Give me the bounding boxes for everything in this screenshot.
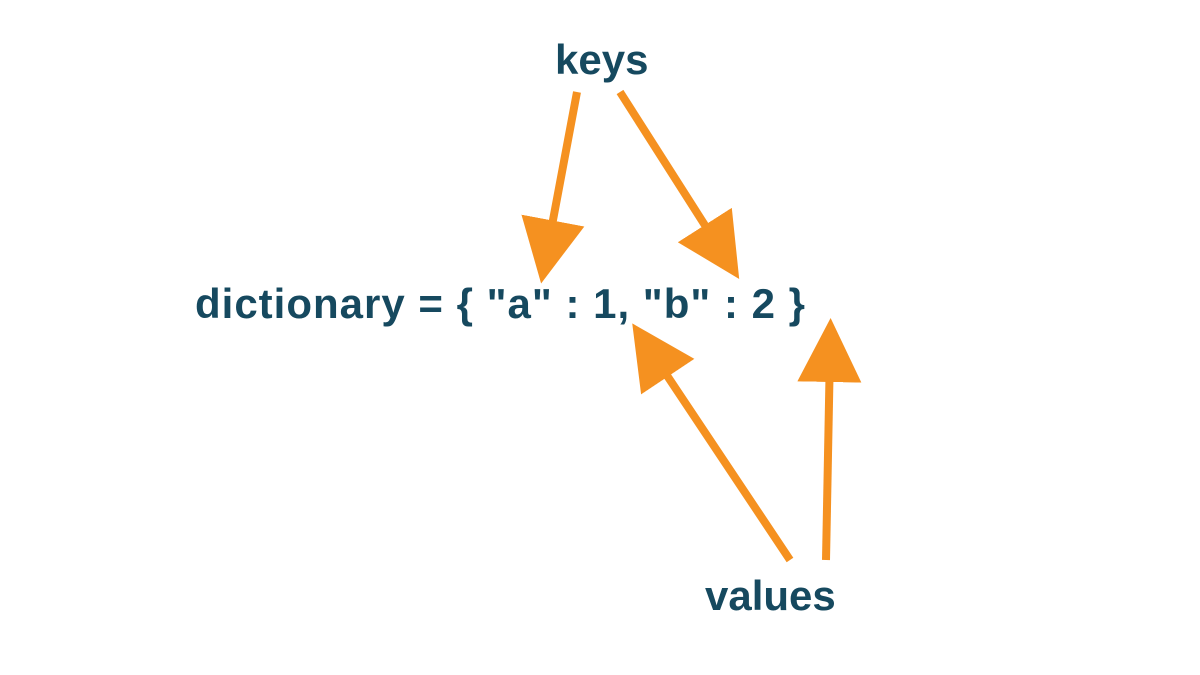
values-label: values — [705, 572, 836, 620]
arrow-keys-to-b — [620, 92, 722, 252]
arrow-values-to-1 — [650, 350, 790, 560]
dictionary-code: dictionary = { "a" : 1, "b" : 2 } — [195, 280, 806, 328]
annotation-arrows — [0, 0, 1200, 675]
keys-label: keys — [555, 36, 648, 84]
arrow-values-to-2 — [826, 350, 830, 560]
arrow-keys-to-a — [547, 92, 577, 252]
